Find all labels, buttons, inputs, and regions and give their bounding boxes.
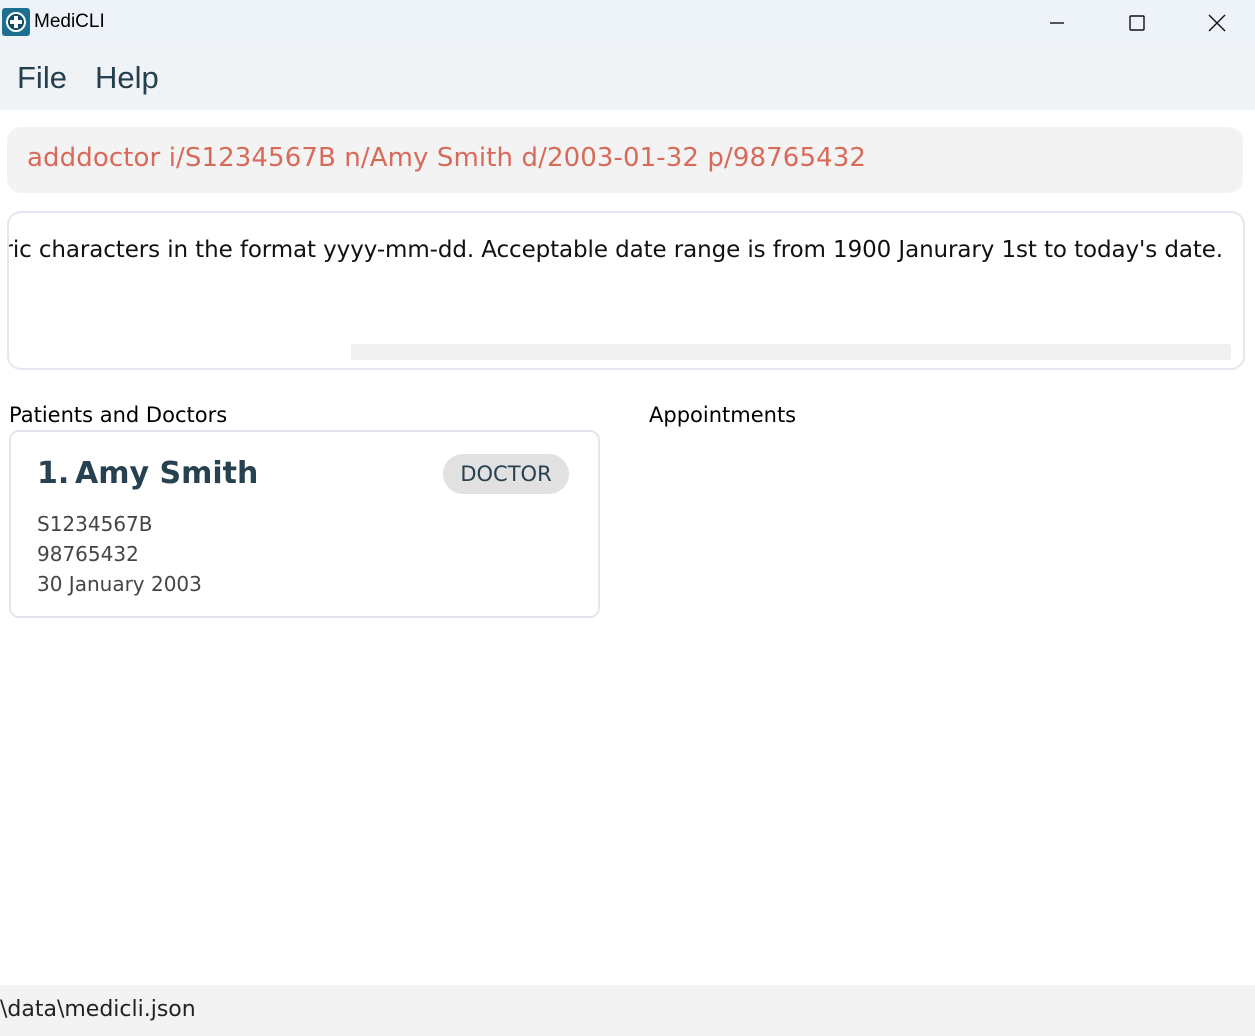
- minimize-button[interactable]: [1017, 0, 1097, 46]
- menu-file[interactable]: File: [17, 60, 67, 96]
- menu-bar: File Help: [0, 46, 1255, 110]
- title-bar: MediCLI: [0, 0, 1255, 46]
- person-nric: S1234567B: [37, 512, 153, 536]
- result-message: eric characters in the format yyyy-mm-dd…: [9, 237, 1223, 263]
- horizontal-scrollbar[interactable]: [351, 344, 1231, 360]
- medicli-app-icon: [2, 8, 30, 36]
- person-dob: 30 January 2003: [37, 572, 202, 596]
- save-file-path: \data\medicli.json: [0, 997, 196, 1022]
- menu-help[interactable]: Help: [95, 60, 159, 96]
- result-display: eric characters in the format yyyy-mm-dd…: [7, 211, 1245, 370]
- window-title: MediCLI: [34, 11, 105, 32]
- person-phone: 98765432: [37, 542, 139, 566]
- maximize-button[interactable]: [1097, 0, 1177, 46]
- appointments-list-label: Appointments: [649, 403, 797, 427]
- person-type-badge: DOCTOR: [443, 454, 569, 494]
- person-card[interactable]: 1. Amy Smith DOCTOR S1234567B 98765432 3…: [9, 430, 600, 618]
- persons-list-label: Patients and Doctors: [9, 403, 228, 427]
- result-text-area[interactable]: eric characters in the format yyyy-mm-dd…: [9, 213, 1241, 339]
- maximize-icon: [1129, 15, 1145, 31]
- close-icon: [1208, 14, 1226, 32]
- status-bar: \data\medicli.json: [0, 985, 1255, 1036]
- person-name: Amy Smith: [75, 456, 259, 491]
- command-input[interactable]: adddoctor i/S1234567B n/Amy Smith d/2003…: [7, 127, 1243, 193]
- person-index: 1.: [37, 456, 70, 491]
- minimize-icon: [1050, 22, 1064, 24]
- close-button[interactable]: [1177, 0, 1255, 46]
- command-input-text[interactable]: adddoctor i/S1234567B n/Amy Smith d/2003…: [27, 143, 866, 173]
